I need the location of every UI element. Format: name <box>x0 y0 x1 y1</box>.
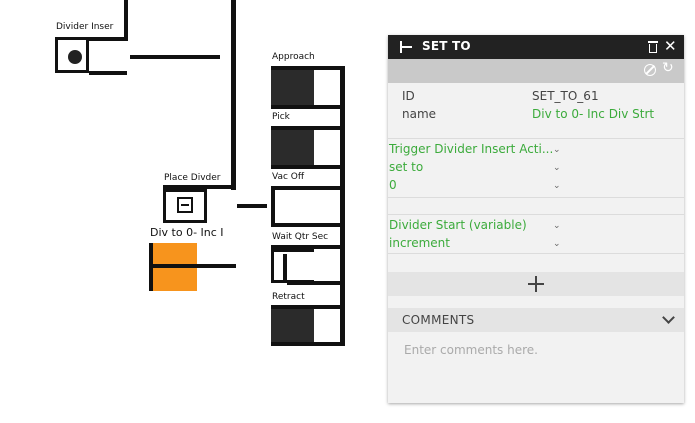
node-approach[interactable] <box>271 70 314 106</box>
connector <box>271 165 345 169</box>
close-icon[interactable]: ✕ <box>664 37 677 55</box>
node-label-place-divider: Place Divder <box>164 173 221 183</box>
id-key: ID <box>402 89 415 103</box>
chevron-down-icon[interactable]: ⌄ <box>553 145 561 155</box>
comments-label: COMMENTS <box>402 313 475 327</box>
group1-target-field[interactable]: Trigger Divider Insert Acti... <box>389 142 553 156</box>
node-label-retract: Retract <box>272 292 305 302</box>
panel-title: SET TO <box>422 39 471 53</box>
node-label-pick: Pick <box>272 112 290 122</box>
node-divider-insert[interactable] <box>55 37 89 73</box>
name-value[interactable]: Div to 0- Inc Div Strt <box>532 107 654 121</box>
panel-toolbar: ↻ <box>388 59 684 83</box>
comments-header[interactable]: COMMENTS <box>388 308 684 332</box>
group1-value-field[interactable]: 0 <box>389 178 397 192</box>
connector <box>271 190 275 226</box>
comments-placeholder: Enter comments here. <box>404 343 538 357</box>
id-value: SET_TO_61 <box>532 89 599 103</box>
node-label-wait-qtr-sec: Wait Qtr Sec <box>272 232 329 242</box>
node-retract[interactable] <box>271 309 314 345</box>
trash-icon[interactable] <box>648 40 658 53</box>
plus-icon-vertical <box>535 276 537 292</box>
chevron-down-icon[interactable]: ⌄ <box>553 239 561 249</box>
connector <box>271 186 345 190</box>
divider <box>388 214 684 215</box>
panel-header: SET TO ✕ <box>388 35 684 59</box>
node-label-approach: Approach <box>272 52 315 62</box>
main-trunk-line <box>231 0 236 190</box>
record-icon <box>68 50 82 64</box>
divider <box>388 197 684 198</box>
node-label-divider-insert: Divider Inser <box>56 22 114 32</box>
node-label-vac-off: Vac Off <box>272 172 305 182</box>
group2-target-field[interactable]: Divider Start (variable) <box>389 218 527 232</box>
chevron-down-icon[interactable]: ⌄ <box>553 181 561 191</box>
connector <box>89 71 127 75</box>
node-place-divider[interactable] <box>163 189 207 223</box>
connector <box>237 204 267 208</box>
connector <box>271 342 345 346</box>
divider-icon <box>177 197 193 213</box>
comments-textarea[interactable]: Enter comments here. <box>388 332 684 403</box>
refresh-icon[interactable]: ↻ <box>662 60 674 76</box>
group2-op-field[interactable]: increment <box>389 236 450 250</box>
connector <box>89 37 127 41</box>
group1-op-field[interactable]: set to <box>389 160 423 174</box>
connector <box>271 105 345 109</box>
connector <box>271 223 345 227</box>
chevron-down-icon[interactable] <box>662 311 675 324</box>
disable-icon[interactable] <box>644 64 656 76</box>
properties-panel: SET TO ✕ ↻ ID SET_TO_61 name Div to 0- I… <box>388 35 684 403</box>
connector <box>124 0 128 41</box>
divider <box>388 253 684 254</box>
node-pick[interactable] <box>271 130 314 166</box>
chevron-down-icon[interactable]: ⌄ <box>553 163 561 173</box>
connector <box>153 264 236 268</box>
name-key: name <box>402 107 437 121</box>
set-to-icon <box>400 41 412 53</box>
chevron-down-icon[interactable]: ⌄ <box>553 221 561 231</box>
node-label-div-to-0: Div to 0- Inc I <box>150 226 224 239</box>
node-wait-qtr-sec[interactable] <box>271 249 314 283</box>
add-action-button[interactable] <box>388 272 684 296</box>
divider <box>388 138 684 139</box>
connector <box>130 55 220 59</box>
connector <box>287 281 345 285</box>
